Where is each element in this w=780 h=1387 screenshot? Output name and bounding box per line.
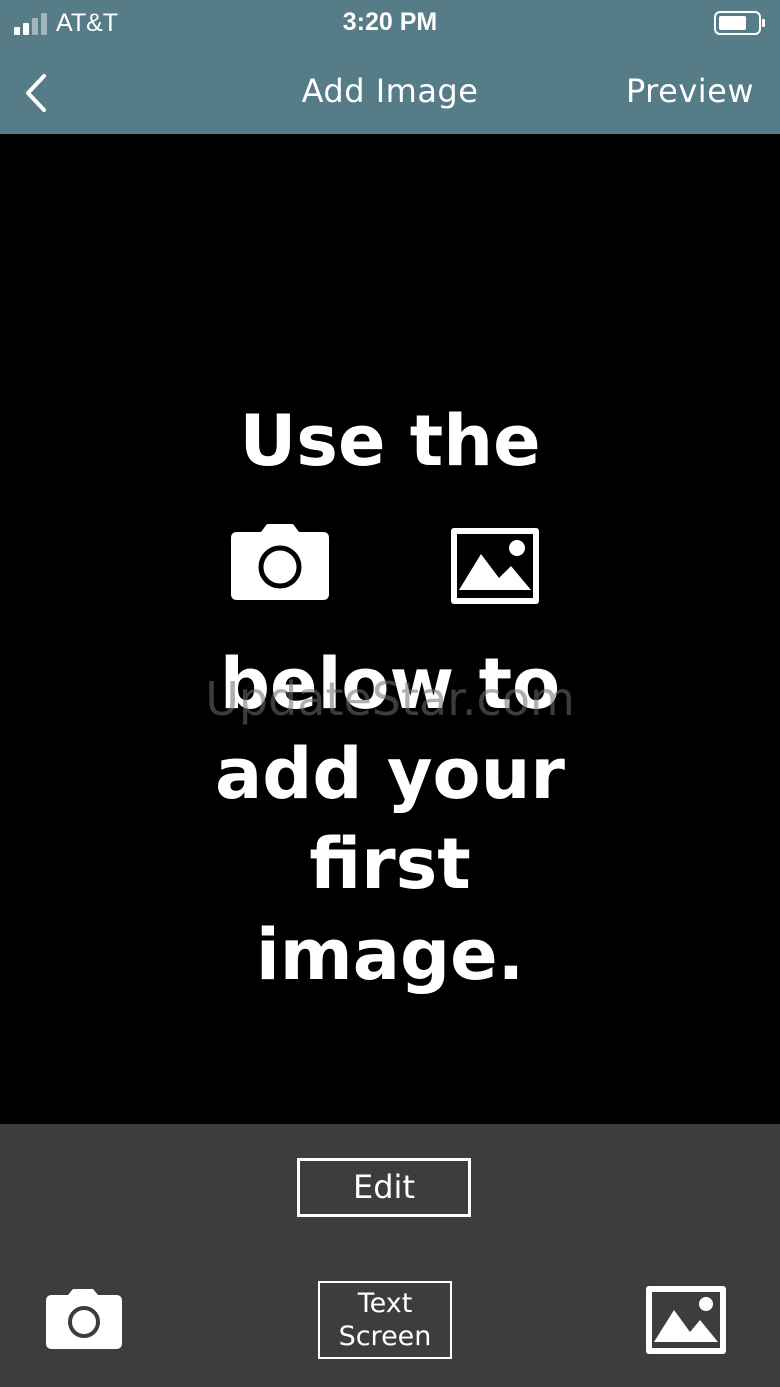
text-screen-label-line2: Screen [338,1321,432,1352]
nav-bar: Add Image Preview [0,52,780,134]
text-screen-button[interactable]: Text Screen [318,1281,452,1359]
camera-icon [231,524,329,600]
instruction-line: image. [255,914,525,996]
preview-button[interactable]: Preview [626,72,754,110]
image-icon [451,528,539,604]
watermark: UpdateStar.com [205,672,575,726]
image-canvas[interactable]: Use the below to add your first image. U… [0,134,780,1124]
image-icon[interactable] [646,1286,726,1354]
battery-icon [714,11,765,35]
add-image-screen: AT&T 3:20 PM Add Image Preview Use the b… [0,0,780,1387]
header: AT&T 3:20 PM Add Image Preview [0,0,780,134]
clock: 3:20 PM [342,8,438,36]
instruction-line: Use the [239,400,541,482]
text-screen-label-line1: Text [357,1288,413,1319]
instruction-line: add your [215,733,565,815]
status-bar: AT&T 3:20 PM [0,0,780,48]
camera-icon[interactable] [46,1289,122,1349]
edit-button[interactable]: Edit [297,1158,471,1217]
instruction-line: first [309,823,471,905]
bottom-toolbar: Edit Text Screen [0,1124,780,1387]
